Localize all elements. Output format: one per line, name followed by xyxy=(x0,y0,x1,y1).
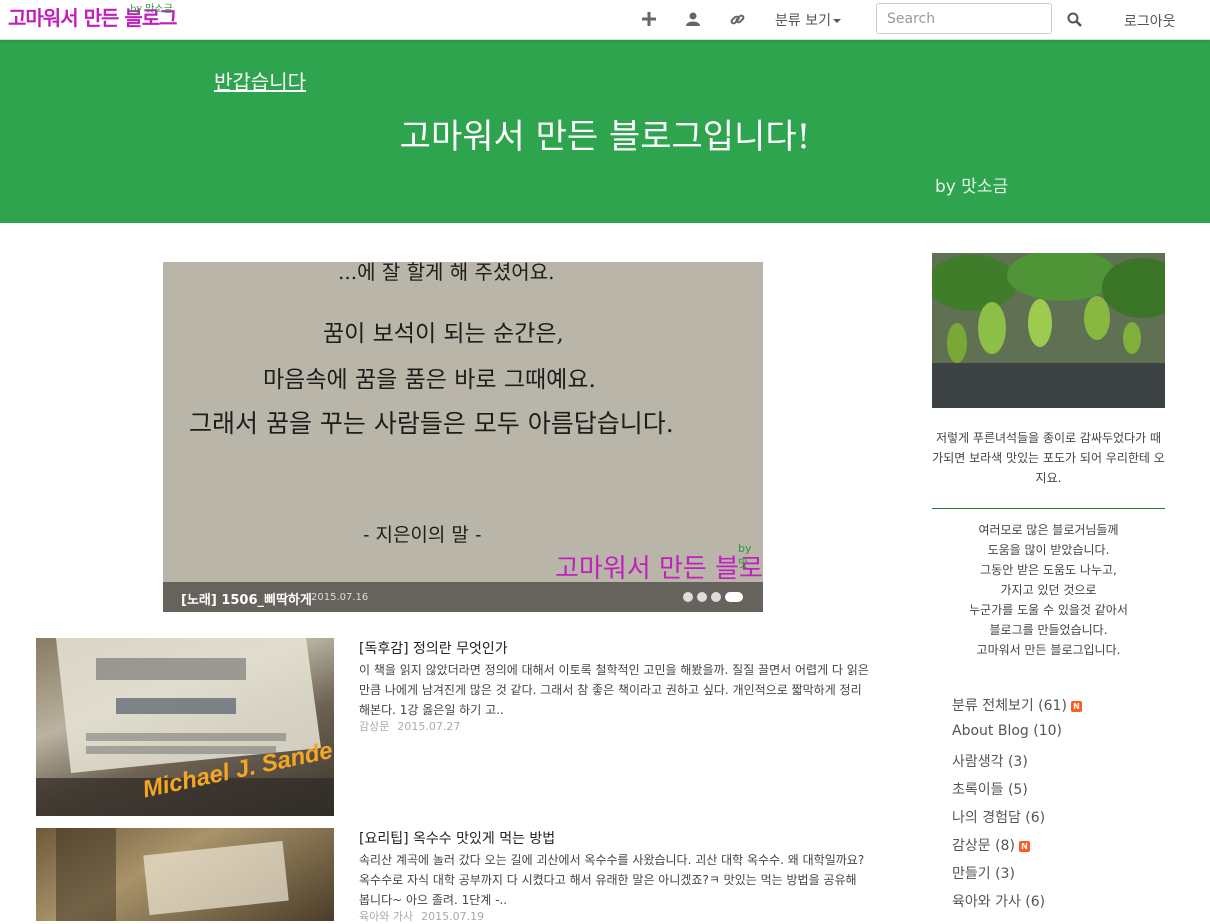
about-line: 그동안 받은 도움도 나누고, xyxy=(980,563,1117,577)
slide-dot[interactable] xyxy=(683,592,693,602)
slide-text-line: - 지은이의 말 - xyxy=(363,524,482,546)
category-label: 분류 전체보기 (61) xyxy=(952,698,1067,714)
post-thumbnail[interactable] xyxy=(36,828,334,921)
post-category[interactable]: 감상문 xyxy=(359,720,389,733)
user-icon[interactable] xyxy=(684,10,702,28)
slide-text-line: 마음속에 꿈을 품은 바로 그때예요. xyxy=(263,367,596,393)
category-parenting[interactable]: 육아와 가사 (6) xyxy=(952,891,1045,911)
sidebar-divider xyxy=(932,508,1165,509)
category-menu[interactable]: 분류 보기 xyxy=(775,10,841,30)
category-label: 감상문 (8) xyxy=(952,838,1015,854)
post-date: 2015.07.19 xyxy=(421,910,485,923)
category-label: 나의 경험담 (6) xyxy=(952,810,1046,826)
blog-author: by 맛소금 xyxy=(935,177,1009,197)
slide-pager xyxy=(683,592,743,602)
post-item: [요리팁] 옥수수 맛있게 먹는 방법 속리산 계곡에 놀러 갔다 오는 길에 … xyxy=(36,828,876,924)
post-excerpt: 이 책을 읽지 않았더라면 정의에 대해서 이토록 철학적인 고민을 해봤을까.… xyxy=(359,663,869,717)
about-line: 고마워서 만든 블로그입니다. xyxy=(976,643,1121,657)
blog-logo[interactable]: 고마워서 만든 블로그 by 맛소금 xyxy=(8,2,178,31)
slide-dot-active[interactable] xyxy=(725,592,743,602)
post-category[interactable]: 육아와 가사 xyxy=(359,910,413,923)
category-all[interactable]: 분류 전체보기 (61) N xyxy=(952,695,1082,715)
welcome-link[interactable]: 반갑습니다 xyxy=(214,66,306,95)
logout-link[interactable]: 로그아웃 xyxy=(1124,11,1176,31)
slide-text-line: 그래서 꿈을 꾸는 사람들은 모두 아름답습니다. xyxy=(189,409,674,438)
new-badge: N xyxy=(1018,840,1030,852)
sidebar-grape-image xyxy=(932,253,1165,408)
post-date: 2015.07.27 xyxy=(397,720,461,733)
category-label: About Blog (10) xyxy=(952,723,1062,739)
sidebar-caption: 저렇게 푸른녀석들을 종이로 감싸두었다가 때가되면 보라색 맛있는 포도가 되… xyxy=(932,431,1165,485)
category-label: 육아와 가사 (6) xyxy=(952,894,1046,910)
slide-dot[interactable] xyxy=(697,592,707,602)
category-label: 사람생각 (3) xyxy=(952,754,1028,770)
blog-title: 고마워서 만든 블로그입니다! xyxy=(399,117,811,157)
slide-dot[interactable] xyxy=(711,592,721,602)
slide-text-line: ...에 잘 할게 해 주셨어요. xyxy=(338,262,555,284)
logo-by: by 맛소금 xyxy=(130,4,173,15)
featured-slider[interactable]: ...에 잘 할게 해 주셨어요. 꿈이 보석이 되는 순간은, 마음속에 꿈을… xyxy=(163,262,763,612)
post-thumbnail[interactable]: Michael J. Sandel xyxy=(36,638,334,816)
category-label: 초록이들 (5) xyxy=(952,782,1028,798)
plus-icon[interactable] xyxy=(640,10,658,28)
new-badge: N xyxy=(1070,700,1082,712)
search-input[interactable] xyxy=(876,3,1052,34)
slide-caption-bar: [노래] 1506_삐딱하게 2015.07.16 xyxy=(163,582,763,612)
caret-down-icon xyxy=(832,19,841,23)
category-label: 만들기 (3) xyxy=(952,866,1015,882)
category-people-thoughts[interactable]: 사람생각 (3) xyxy=(952,751,1028,771)
slide-caption-date: 2015.07.16 xyxy=(311,592,369,603)
post-meta: 육아와 가사 2015.07.19 xyxy=(359,908,484,924)
slide-watermark: 고마워서 만든 블로그 xyxy=(555,554,763,584)
about-line: 블로그를 만들었습니다. xyxy=(989,623,1108,637)
category-reviews[interactable]: 감상문 (8) N xyxy=(952,835,1030,855)
about-line: 가지고 있던 것으로 xyxy=(1000,583,1097,597)
post-title[interactable]: [독후감] 정의란 무엇인가 xyxy=(359,638,508,658)
about-line: 여러모로 많은 블로거님들께 xyxy=(978,523,1119,537)
post-item: Michael J. Sandel [독후감] 정의란 무엇인가 이 책을 읽지… xyxy=(36,638,876,816)
post-title[interactable]: [요리팁] 옥수수 맛있게 먹는 방법 xyxy=(359,828,555,848)
sidebar-about: 여러모로 많은 블로거님들께 도움을 많이 받았습니다. 그동안 받은 도움도 … xyxy=(932,520,1165,660)
header-banner: 반갑습니다 고마워서 만든 블로그입니다! by 맛소금 xyxy=(0,39,1210,223)
about-line: 누군가를 도울 수 있을것 같아서 xyxy=(969,603,1128,617)
slide-text-line: 꿈이 보석이 되는 순간은, xyxy=(323,321,564,347)
search-icon[interactable] xyxy=(1065,10,1083,28)
category-menu-label: 분류 보기 xyxy=(775,13,831,29)
top-navbar: 고마워서 만든 블로그 by 맛소금 분류 보기 로그아웃 xyxy=(0,0,1210,40)
category-experience[interactable]: 나의 경험담 (6) xyxy=(952,807,1045,827)
category-about-blog[interactable]: About Blog (10) xyxy=(952,723,1062,739)
post-meta: 감상문 2015.07.27 xyxy=(359,718,460,734)
category-crafts[interactable]: 만들기 (3) xyxy=(952,863,1015,883)
slide-caption-title[interactable]: [노래] 1506_삐딱하게 xyxy=(181,589,312,608)
slide-watermark-by: by 맛 xyxy=(738,542,752,570)
category-greens[interactable]: 초록이들 (5) xyxy=(952,779,1028,799)
post-excerpt: 속리산 계곡에 놀러 갔다 오는 길에 괴산에서 옥수수를 사왔습니다. 괴산 … xyxy=(359,853,865,907)
link-icon[interactable] xyxy=(728,10,746,28)
about-line: 도움을 많이 받았습니다. xyxy=(987,543,1110,557)
